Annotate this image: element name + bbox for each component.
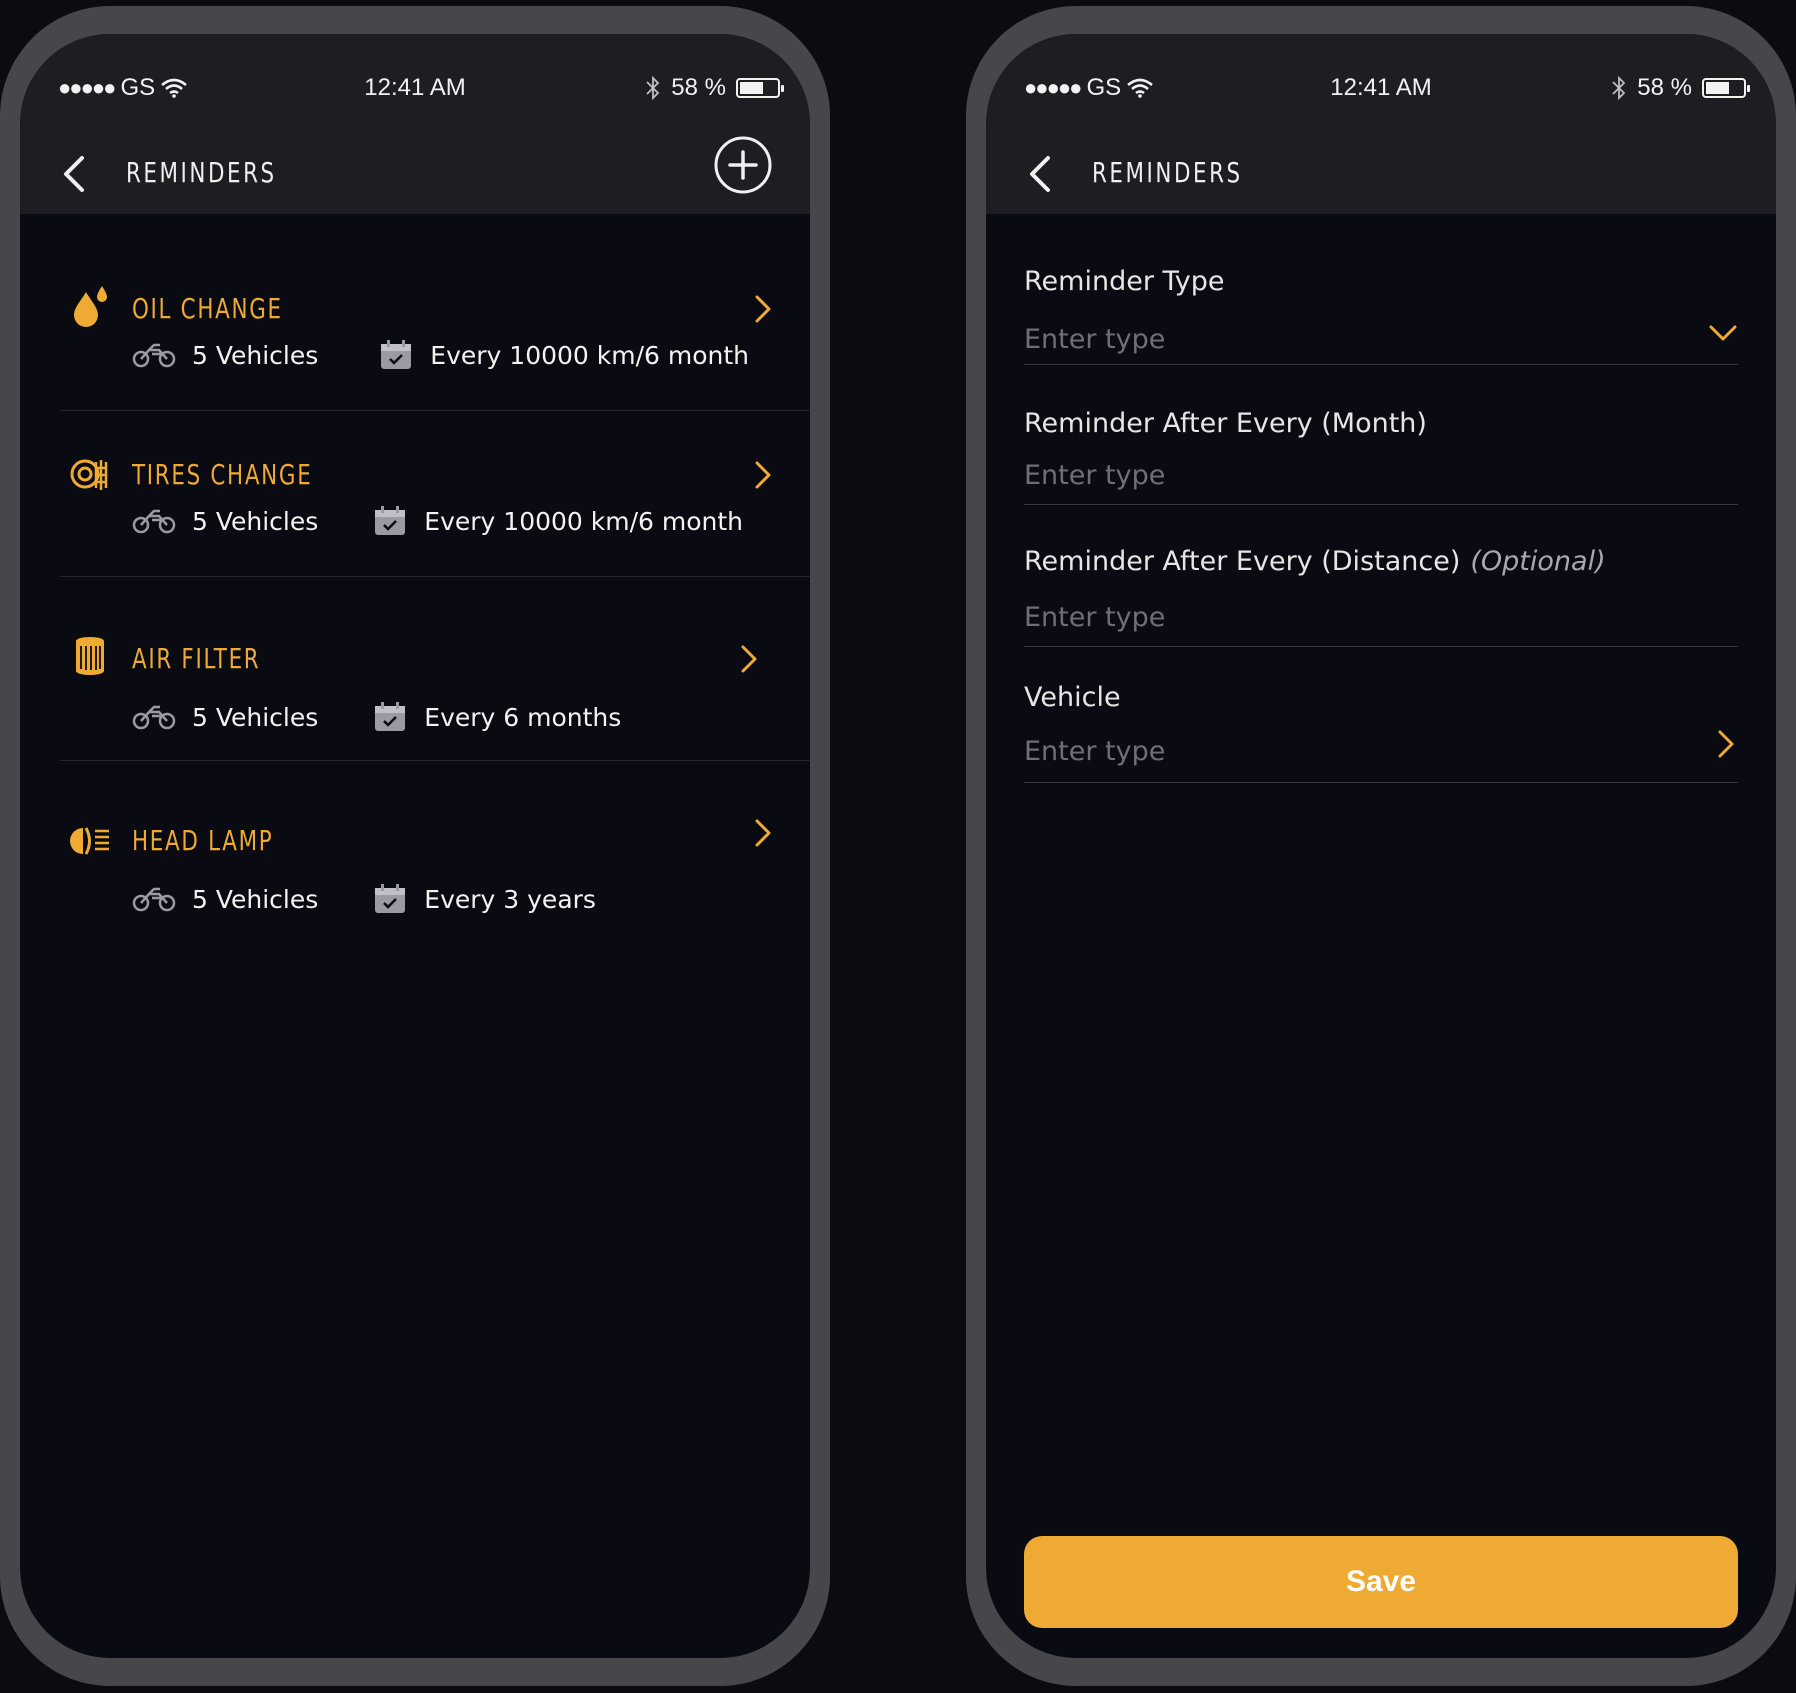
reminder-month-field[interactable]: Reminder After Every (Month) Enter type <box>1024 368 1738 505</box>
motorcycle-icon <box>132 509 176 534</box>
bluetooth-icon <box>1612 76 1626 100</box>
reminder-distance-field[interactable]: Reminder After Every (Distance) (Optional… <box>1024 504 1738 647</box>
reminder-item-air-filter[interactable]: AIR FILTER 5 Vehicles Every 6 months <box>60 576 810 761</box>
reminder-item-oil-change[interactable]: OIL CHANGE 5 Vehicles Every 10000 km/6 m… <box>60 244 810 411</box>
battery-percent: 58 % <box>1637 74 1692 101</box>
vehicle-count: 5 Vehicles <box>192 702 319 732</box>
oil-drop-icon <box>74 286 107 327</box>
chevron-down-icon[interactable] <box>1708 322 1738 344</box>
field-label: Vehicle <box>1024 682 1121 713</box>
calendar-check-icon <box>381 340 412 369</box>
motorcycle-icon <box>132 887 176 912</box>
back-chevron-icon[interactable] <box>1020 152 1060 196</box>
reminder-type-input[interactable]: Enter type <box>1024 324 1165 355</box>
page-title: REMINDERS <box>1092 156 1243 189</box>
chevron-right-icon[interactable] <box>1716 728 1736 760</box>
status-bar: ●●●●● GS 12:41 AM 58 % <box>986 70 1776 110</box>
motorcycle-icon <box>132 705 176 730</box>
reminder-item-tires-change[interactable]: TIRES CHANGE 5 Vehicles Every 10000 km/6… <box>60 410 810 577</box>
reminder-type-field[interactable]: Reminder Type Enter type <box>1024 226 1738 365</box>
bluetooth-icon <box>646 76 660 100</box>
add-reminder-screen: ●●●●● GS 12:41 AM 58 % REMINDERS Reminde… <box>986 34 1776 1658</box>
chevron-right-icon[interactable] <box>752 292 774 326</box>
reminder-title: HEAD LAMP <box>132 824 274 857</box>
battery-icon <box>736 78 784 98</box>
calendar-check-icon <box>375 884 406 913</box>
reminder-title: TIRES CHANGE <box>132 458 313 491</box>
header-bar: ●●●●● GS 12:41 AM 58 % REMINDERS <box>20 34 810 214</box>
reminder-meta: 5 Vehicles Every 3 years <box>132 884 596 914</box>
phone-frame-form: ●●●●● GS 12:41 AM 58 % REMINDERS Reminde… <box>966 6 1796 1686</box>
calendar-check-icon <box>375 506 406 535</box>
add-reminder-icon[interactable] <box>712 134 774 196</box>
reminder-month-input[interactable]: Enter type <box>1024 460 1165 491</box>
vehicle-count: 5 Vehicles <box>192 506 319 536</box>
head-lamp-icon <box>70 827 109 855</box>
field-label: Reminder Type <box>1024 266 1225 297</box>
reminder-distance-input[interactable]: Enter type <box>1024 602 1165 633</box>
schedule-text: Every 10000 km/6 month <box>430 340 750 370</box>
vehicle-input[interactable]: Enter type <box>1024 736 1165 767</box>
reminder-meta: 5 Vehicles Every 10000 km/6 month <box>132 340 749 370</box>
schedule-text: Every 3 years <box>424 884 596 914</box>
status-bar: ●●●●● GS 12:41 AM 58 % <box>20 70 810 110</box>
field-label-text: Reminder After Every (Distance) <box>1024 546 1461 577</box>
battery-icon <box>1702 78 1750 98</box>
reminder-title: OIL CHANGE <box>132 292 283 325</box>
schedule-text: Every 6 months <box>424 702 622 732</box>
vehicle-count: 5 Vehicles <box>192 340 319 370</box>
save-button[interactable]: Save <box>1024 1536 1738 1628</box>
phone-frame-list: ●●●●● GS 12:41 AM 58 % REMINDERS OIL CHA… <box>0 6 830 1686</box>
reminder-item-head-lamp[interactable]: HEAD LAMP 5 Vehicles Every 3 years <box>60 760 810 926</box>
back-chevron-icon[interactable] <box>54 152 94 196</box>
calendar-check-icon <box>375 702 406 731</box>
chevron-right-icon[interactable] <box>738 642 760 676</box>
tire-icon <box>70 459 108 490</box>
reminder-title: AIR FILTER <box>132 642 261 675</box>
reminder-meta: 5 Vehicles Every 6 months <box>132 702 621 732</box>
nav-bar: REMINDERS <box>20 134 810 214</box>
chevron-right-icon[interactable] <box>752 458 774 492</box>
battery-percent: 58 % <box>671 74 726 101</box>
schedule-text: Every 10000 km/6 month <box>424 506 744 536</box>
page-title: REMINDERS <box>126 156 277 189</box>
status-right: 58 % <box>645 74 784 102</box>
optional-tag: (Optional) <box>1470 546 1606 577</box>
nav-bar: REMINDERS <box>986 134 1776 214</box>
chevron-right-icon[interactable] <box>752 816 774 850</box>
vehicle-field[interactable]: Vehicle Enter type <box>1024 646 1738 783</box>
reminder-meta: 5 Vehicles Every 10000 km/6 month <box>132 506 743 536</box>
reminders-list-screen: ●●●●● GS 12:41 AM 58 % REMINDERS OIL CHA… <box>20 34 810 1658</box>
field-label: Reminder After Every (Month) <box>1024 408 1427 439</box>
air-filter-icon <box>76 637 104 675</box>
field-label: Reminder After Every (Distance) (Optional… <box>1024 546 1606 577</box>
header-bar: ●●●●● GS 12:41 AM 58 % REMINDERS <box>986 34 1776 214</box>
vehicle-count: 5 Vehicles <box>192 884 319 914</box>
status-right: 58 % <box>1611 74 1750 102</box>
motorcycle-icon <box>132 343 176 368</box>
